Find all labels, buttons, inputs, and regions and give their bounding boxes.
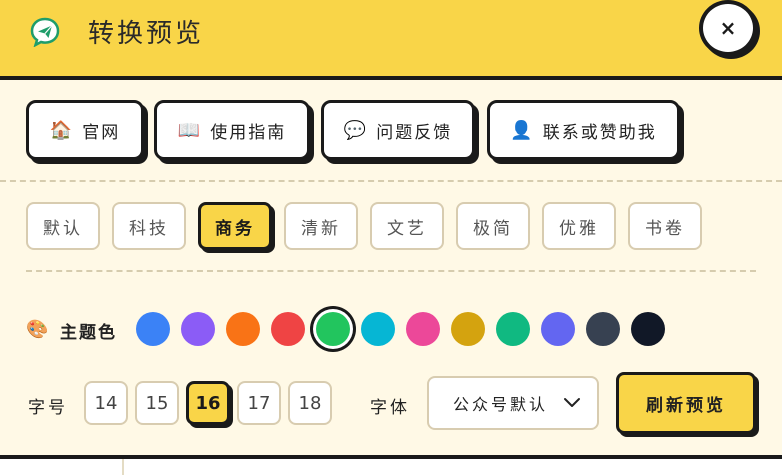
- contact-link-label: 联系或赞助我: [542, 122, 657, 143]
- guide-link-button[interactable]: 📖 使用指南: [154, 100, 310, 160]
- chevron-down-icon: [564, 398, 580, 407]
- preview-area-edge: [0, 455, 782, 475]
- home-link-label: 官网: [82, 122, 121, 143]
- feedback-link-button[interactable]: 💬 问题反馈: [321, 100, 475, 160]
- font-size-label: 字号: [28, 398, 68, 418]
- color-swatch-slate[interactable]: [586, 312, 620, 346]
- refresh-preview-button[interactable]: 刷新预览: [616, 372, 756, 434]
- book-icon: 📖: [177, 119, 201, 141]
- palette-icon: 🎨: [26, 319, 49, 340]
- house-icon: 🏠: [49, 119, 73, 141]
- font-size-14-button[interactable]: 14: [84, 381, 128, 425]
- theme-bookish-button[interactable]: 书卷: [628, 202, 702, 250]
- user-icon: 👤: [510, 119, 533, 141]
- speech-bubble-icon: 💬: [343, 119, 367, 141]
- font-size-16-button[interactable]: 16: [186, 381, 230, 425]
- theme-default-button[interactable]: 默认: [26, 202, 100, 250]
- close-button[interactable]: ×: [699, 0, 757, 56]
- font-size-18-button[interactable]: 18: [288, 381, 332, 425]
- color-swatch-blue[interactable]: [136, 312, 170, 346]
- theme-business-button[interactable]: 商务: [198, 202, 272, 250]
- font-family-label: 字体: [370, 398, 410, 418]
- color-swatch-dark-navy[interactable]: [631, 312, 665, 346]
- font-size-15-button[interactable]: 15: [135, 381, 179, 425]
- contact-link-button[interactable]: 👤 联系或赞助我: [487, 100, 680, 160]
- theme-literary-button[interactable]: 文艺: [370, 202, 444, 250]
- guide-link-label: 使用指南: [210, 122, 287, 143]
- font-size-17-button[interactable]: 17: [237, 381, 281, 425]
- divider: [0, 180, 782, 182]
- divider: [26, 270, 756, 272]
- home-link-button[interactable]: 🏠 官网: [26, 100, 144, 160]
- color-swatch-purple[interactable]: [181, 312, 215, 346]
- theme-tech-button[interactable]: 科技: [112, 202, 186, 250]
- close-icon: ×: [719, 16, 737, 40]
- color-swatch-indigo[interactable]: [541, 312, 575, 346]
- color-swatch-orange[interactable]: [226, 312, 260, 346]
- theme-fresh-button[interactable]: 清新: [284, 202, 358, 250]
- color-swatch-green[interactable]: [316, 312, 350, 346]
- color-swatch-gold[interactable]: [451, 312, 485, 346]
- theme-color-label: 主题色: [60, 323, 117, 343]
- color-swatch-pink[interactable]: [406, 312, 440, 346]
- divider: [122, 459, 124, 475]
- color-swatch-emerald[interactable]: [496, 312, 530, 346]
- page-title: 转换预览: [88, 19, 205, 49]
- font-family-value: 公众号默认: [453, 395, 549, 414]
- feedback-link-label: 问题反馈: [376, 122, 453, 143]
- color-swatch-red[interactable]: [271, 312, 305, 346]
- theme-elegant-button[interactable]: 优雅: [542, 202, 616, 250]
- paper-plane-chat-icon: [30, 17, 60, 47]
- color-swatch-cyan[interactable]: [361, 312, 395, 346]
- theme-minimal-button[interactable]: 极简: [456, 202, 530, 250]
- header-bar: 转换预览 ×: [0, 0, 782, 80]
- font-family-select[interactable]: 公众号默认: [427, 376, 599, 430]
